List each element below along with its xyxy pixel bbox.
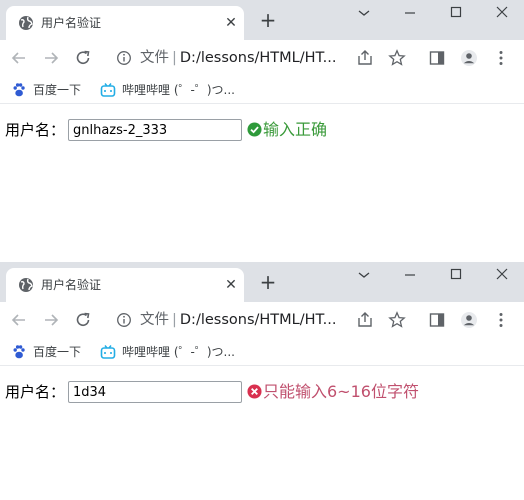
info-icon[interactable] — [116, 50, 132, 66]
tab-strip: 用户名验证 ✕ + — [0, 262, 524, 302]
bookmark-label: 哔哩哔哩 (゜-゜)つ... — [122, 345, 235, 359]
bookmark-label: 哔哩哔哩 (゜-゜)つ... — [122, 83, 235, 97]
url-text: D:/lessons/HTML/HT... — [179, 50, 337, 66]
bookmark-label: 百度一下 — [33, 83, 82, 97]
url-separator: | — [172, 50, 177, 66]
page-content: 用户名： 输入正确 — [0, 104, 524, 232]
tab-username-validation[interactable]: 用户名验证 ✕ — [6, 268, 244, 302]
reload-icon[interactable] — [74, 49, 92, 67]
new-tab-button[interactable]: + — [258, 10, 278, 30]
toolbar: 文件 | D:/lessons/HTML/HT... — [0, 40, 524, 76]
star-bookmark-icon[interactable] — [388, 49, 406, 67]
reload-icon[interactable] — [74, 311, 92, 329]
browser-window-valid: 用户名验证 ✕ + 文件 | D:/lessons/HTML/HT... 百度一下 — [0, 0, 524, 232]
url-scheme-label: 文件 — [140, 50, 169, 66]
tab-title: 用户名验证 — [41, 16, 102, 30]
globe-icon — [19, 278, 33, 292]
username-input[interactable] — [68, 119, 242, 141]
share-icon[interactable] — [356, 49, 374, 67]
forward-arrow-icon[interactable] — [42, 49, 60, 67]
side-panel-icon[interactable] — [428, 311, 446, 329]
error-circle-icon — [247, 384, 262, 399]
side-panel-icon[interactable] — [428, 49, 446, 67]
page-content: 用户名： 只能输入6~16位字符 — [0, 366, 524, 494]
username-label: 用户名： — [5, 383, 66, 401]
profile-avatar-icon[interactable] — [460, 49, 478, 67]
tab-title: 用户名验证 — [41, 278, 102, 292]
new-tab-button[interactable]: + — [258, 272, 278, 292]
browser-window-invalid: 用户名验证 ✕ + 文件 | D:/lessons/HTML/HT... 百度一下 — [0, 262, 524, 494]
close-window-icon[interactable] — [490, 2, 514, 24]
star-bookmark-icon[interactable] — [388, 311, 406, 329]
more-menu-icon[interactable] — [492, 49, 510, 67]
maximize-icon[interactable] — [444, 264, 468, 286]
close-window-icon[interactable] — [490, 264, 514, 286]
address-bar[interactable]: 文件 | D:/lessons/HTML/HT... — [106, 43, 424, 73]
more-menu-icon[interactable] — [492, 311, 510, 329]
url-separator: | — [172, 312, 177, 328]
username-input[interactable] — [68, 381, 242, 403]
baidu-paw-icon — [13, 83, 25, 97]
bilibili-tv-icon — [100, 345, 116, 359]
username-label: 用户名： — [5, 121, 66, 139]
bilibili-tv-icon — [100, 83, 116, 97]
validation-text: 输入正确 — [263, 120, 328, 139]
info-icon[interactable] — [116, 312, 132, 328]
tab-close-icon[interactable]: ✕ — [222, 276, 240, 294]
chevron-down-icon[interactable] — [352, 2, 376, 24]
bookmarks-bar: 百度一下 哔哩哔哩 (゜-゜)つ... — [0, 338, 524, 366]
bookmark-label: 百度一下 — [33, 345, 82, 359]
forward-arrow-icon[interactable] — [42, 311, 60, 329]
tab-strip: 用户名验证 ✕ + — [0, 0, 524, 40]
address-bar[interactable]: 文件 | D:/lessons/HTML/HT... — [106, 305, 424, 335]
minimize-icon[interactable] — [398, 2, 422, 24]
maximize-icon[interactable] — [444, 2, 468, 24]
validation-text: 只能输入6~16位字符 — [263, 382, 419, 401]
toolbar: 文件 | D:/lessons/HTML/HT... — [0, 302, 524, 338]
share-icon[interactable] — [356, 311, 374, 329]
back-arrow-icon[interactable] — [10, 311, 28, 329]
back-arrow-icon[interactable] — [10, 49, 28, 67]
profile-avatar-icon[interactable] — [460, 311, 478, 329]
url-scheme-label: 文件 — [140, 312, 169, 328]
tab-username-validation[interactable]: 用户名验证 ✕ — [6, 6, 244, 40]
globe-icon — [19, 16, 33, 30]
bookmarks-bar: 百度一下 哔哩哔哩 (゜-゜)つ... — [0, 76, 524, 104]
check-circle-icon — [247, 122, 262, 137]
chevron-down-icon[interactable] — [352, 264, 376, 286]
minimize-icon[interactable] — [398, 264, 422, 286]
url-text: D:/lessons/HTML/HT... — [179, 312, 337, 328]
tab-close-icon[interactable]: ✕ — [222, 14, 240, 32]
baidu-paw-icon — [13, 345, 25, 359]
